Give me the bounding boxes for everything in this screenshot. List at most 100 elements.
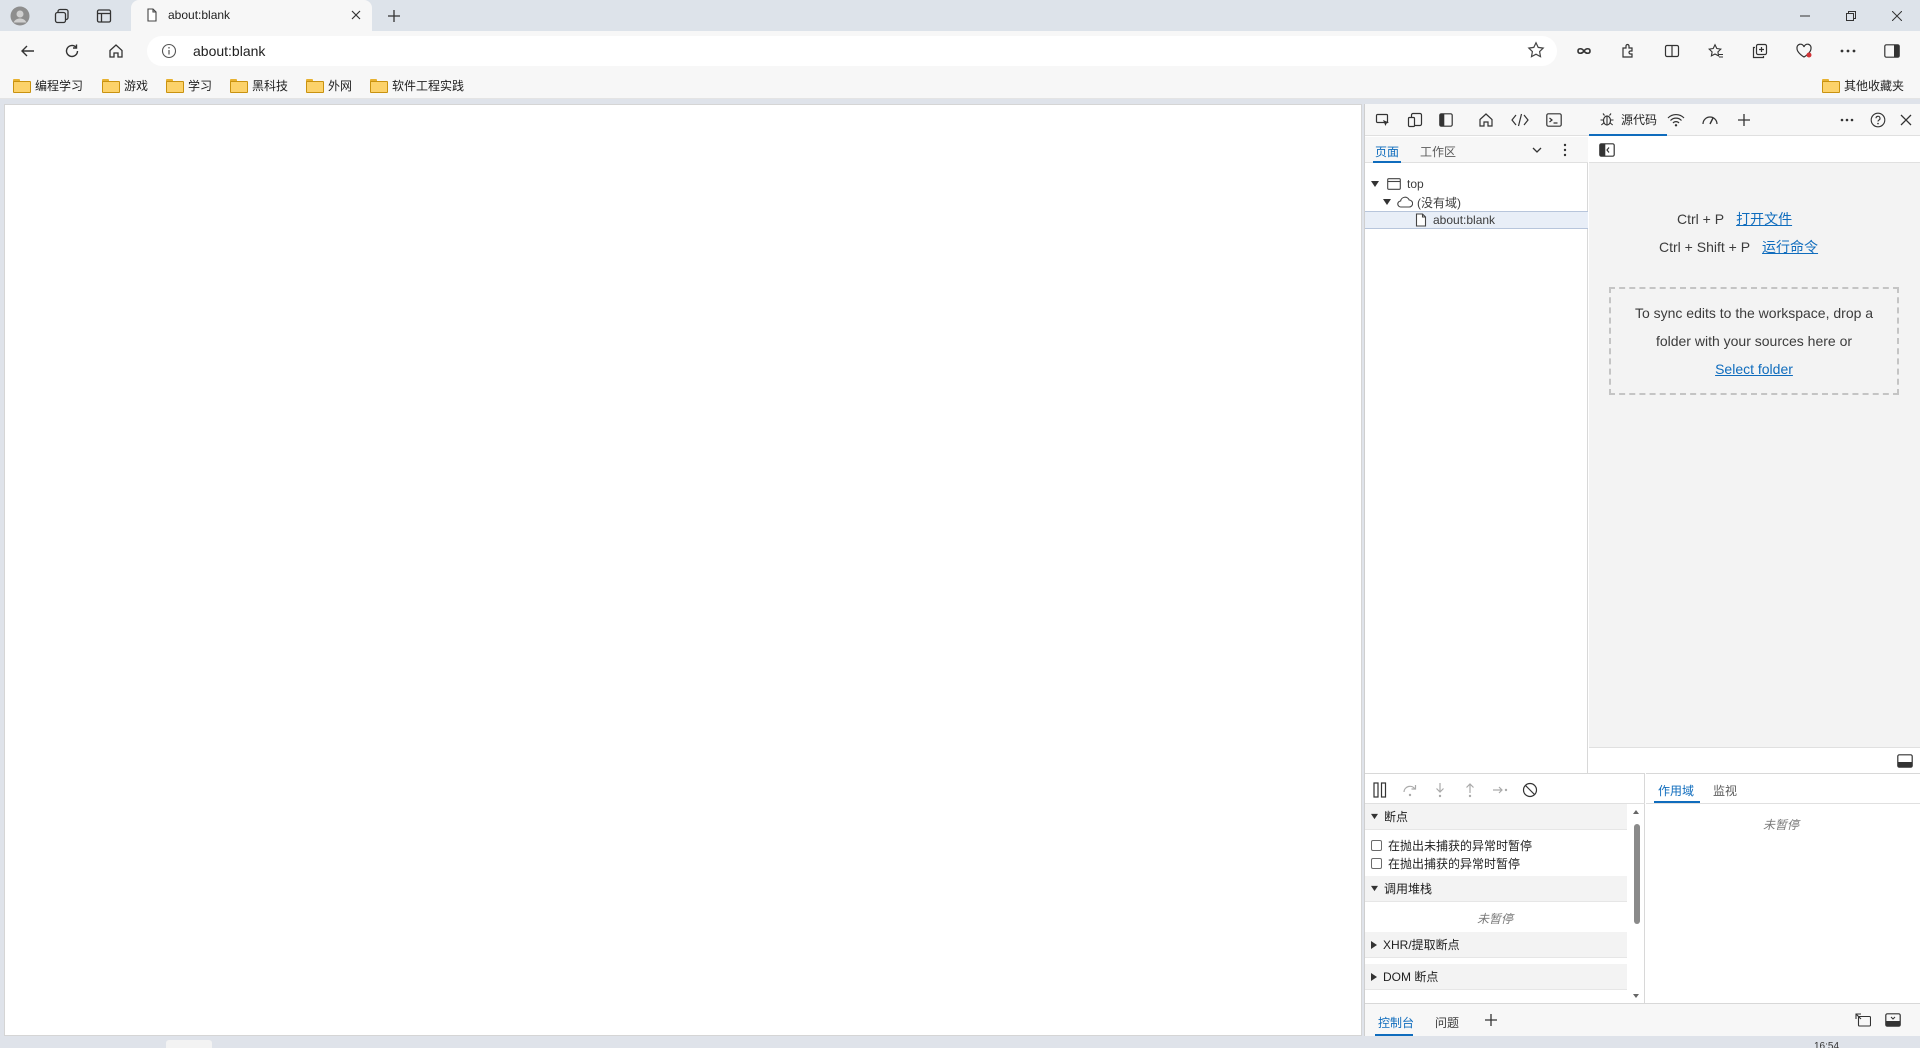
- tab-console[interactable]: 控制台: [1378, 1014, 1414, 1031]
- tab-page[interactable]: 页面: [1375, 143, 1399, 160]
- close-window-button[interactable]: [1874, 0, 1920, 31]
- favorites-icon[interactable]: [1698, 37, 1734, 65]
- callstack-section-header[interactable]: 调用堆栈: [1365, 876, 1627, 902]
- bookmark-folder[interactable]: 黑科技: [230, 76, 288, 94]
- tree-item-no-domain[interactable]: (没有域): [1365, 193, 1588, 211]
- pause-caught-checkbox[interactable]: [1371, 858, 1382, 869]
- sidebar-icon[interactable]: [1874, 37, 1910, 65]
- toggle-debugger-icon[interactable]: [1897, 754, 1913, 768]
- folder-icon: [370, 79, 388, 93]
- pause-icon[interactable]: [1369, 780, 1391, 800]
- elements-icon[interactable]: [1509, 110, 1531, 130]
- pause-uncaught-option[interactable]: 在抛出未捕获的异常时暂停: [1371, 837, 1532, 854]
- tree-item-about-blank[interactable]: about:blank: [1365, 211, 1588, 229]
- minimize-button[interactable]: [1782, 0, 1828, 31]
- console-icon[interactable]: [1543, 110, 1565, 130]
- back-button[interactable]: [14, 37, 42, 65]
- dock-drawer-icon[interactable]: [1855, 1013, 1871, 1027]
- bookmark-folder[interactable]: 学习: [166, 76, 212, 94]
- performance-icon[interactable]: [1699, 110, 1721, 130]
- infinity-icon[interactable]: [1566, 37, 1602, 65]
- shortcut-open-file: Ctrl + P 打开文件: [1677, 211, 1793, 227]
- step-into-icon[interactable]: [1429, 780, 1451, 800]
- more-icon[interactable]: [1830, 37, 1866, 65]
- home-button[interactable]: [102, 37, 130, 65]
- step-out-icon[interactable]: [1459, 780, 1481, 800]
- bookmarks-bar: 编程学习 游戏 学习 黑科技 外网 软件工程实践 其他收藏夹: [0, 71, 1920, 99]
- select-folder-link[interactable]: Select folder: [1715, 361, 1793, 377]
- web-page-content[interactable]: [4, 104, 1362, 1036]
- address-bar[interactable]: about:blank: [147, 36, 1557, 66]
- tab-watch[interactable]: 监视: [1713, 782, 1737, 799]
- add-tool-icon[interactable]: [1733, 110, 1755, 130]
- browser-toolbar: about:blank: [0, 31, 1920, 71]
- vertical-tabs-icon[interactable]: [92, 4, 116, 28]
- bookmark-folder[interactable]: 外网: [306, 76, 352, 94]
- cloud-icon: [1397, 196, 1413, 208]
- address-text[interactable]: about:blank: [193, 43, 265, 59]
- network-icon[interactable]: [1665, 110, 1687, 130]
- taskbar-edge: [0, 1038, 1920, 1048]
- expand-triangle-icon[interactable]: [1371, 180, 1379, 188]
- expand-triangle-icon[interactable]: [1383, 198, 1391, 206]
- add-drawer-tool-icon[interactable]: [1485, 1014, 1497, 1026]
- kebab-menu-icon[interactable]: [1563, 143, 1567, 157]
- workspace-drop-zone[interactable]: To sync edits to the workspace, drop a f…: [1609, 287, 1899, 395]
- workspaces-icon[interactable]: [50, 4, 74, 28]
- browser-essentials-icon[interactable]: [1786, 37, 1822, 65]
- tree-item-top[interactable]: top: [1365, 175, 1588, 193]
- favorite-star-icon[interactable]: [1527, 41, 1545, 59]
- info-icon[interactable]: [161, 43, 177, 59]
- pause-caught-option[interactable]: 在抛出捕获的异常时暂停: [1371, 855, 1520, 872]
- debugger-scrollbar[interactable]: [1631, 806, 1641, 1002]
- new-tab-button[interactable]: [382, 4, 406, 28]
- help-icon[interactable]: [1867, 110, 1889, 130]
- step-icon[interactable]: [1489, 780, 1511, 800]
- sources-editor: Ctrl + P 打开文件 Ctrl + Shift + P 运行命令 To syn…: [1589, 137, 1920, 773]
- devtools-more-icon[interactable]: [1836, 110, 1858, 130]
- tab-sources[interactable]: 源代码: [1589, 104, 1668, 136]
- active-tab-indicator: [1654, 801, 1700, 803]
- close-devtools-icon[interactable]: [1895, 110, 1917, 130]
- tab-workspace[interactable]: 工作区: [1420, 143, 1456, 160]
- close-tab-icon[interactable]: [347, 6, 365, 24]
- sources-navigator: 页面 工作区 top (没有域) about:blank: [1365, 137, 1588, 773]
- run-command-link[interactable]: 运行命令: [1762, 239, 1818, 255]
- breakpoints-section-header[interactable]: 断点: [1365, 804, 1627, 830]
- deactivate-breakpoints-icon[interactable]: [1519, 780, 1541, 800]
- folder-icon: [306, 79, 324, 93]
- xhr-breakpoints-section-header[interactable]: XHR/提取断点: [1365, 932, 1627, 958]
- devtools-panel: 源代码 页面 工作区 top (没有域) about:blank Ctrl + …: [1364, 104, 1920, 1036]
- other-bookmarks-folder[interactable]: 其他收藏夹: [1822, 76, 1904, 94]
- scrollbar-thumb[interactable]: [1634, 824, 1640, 924]
- active-tab-indicator: [1373, 161, 1401, 163]
- device-emulation-icon[interactable]: [1404, 110, 1426, 130]
- bookmark-folder[interactable]: 游戏: [102, 76, 148, 94]
- bookmark-folder[interactable]: 软件工程实践: [370, 76, 464, 94]
- step-over-icon[interactable]: [1399, 780, 1421, 800]
- open-file-link[interactable]: 打开文件: [1736, 211, 1792, 227]
- split-screen-icon[interactable]: [1654, 37, 1690, 65]
- chevron-down-icon[interactable]: [1532, 145, 1542, 155]
- toggle-navigator-icon[interactable]: [1599, 143, 1615, 157]
- debugger-sidebar: 断点 在抛出未捕获的异常时暂停 在抛出捕获的异常时暂停 调用堆栈 未暂停 XHR…: [1365, 773, 1645, 1003]
- profile-icon[interactable]: [8, 4, 32, 28]
- browser-tab[interactable]: about:blank: [131, 0, 372, 31]
- taskbar-item[interactable]: [166, 1040, 212, 1048]
- scope-tabs: 作用域 监视: [1646, 774, 1920, 804]
- refresh-button[interactable]: [58, 37, 86, 65]
- folder-icon: [102, 79, 120, 93]
- dock-side-icon[interactable]: [1435, 110, 1457, 130]
- close-drawer-icon[interactable]: [1885, 1013, 1901, 1027]
- pause-uncaught-checkbox[interactable]: [1371, 840, 1382, 851]
- tab-scope[interactable]: 作用域: [1658, 782, 1694, 799]
- welcome-home-icon[interactable]: [1475, 110, 1497, 130]
- collections-icon[interactable]: [1742, 37, 1778, 65]
- inspect-element-icon[interactable]: [1372, 110, 1394, 130]
- restore-button[interactable]: [1828, 0, 1874, 31]
- dom-breakpoints-section-header[interactable]: DOM 断点: [1365, 964, 1627, 990]
- tab-issues[interactable]: 问题: [1435, 1014, 1459, 1031]
- bookmark-folder[interactable]: 编程学习: [13, 76, 83, 94]
- extensions-icon[interactable]: [1610, 37, 1646, 65]
- editor-toolbar: [1589, 137, 1920, 163]
